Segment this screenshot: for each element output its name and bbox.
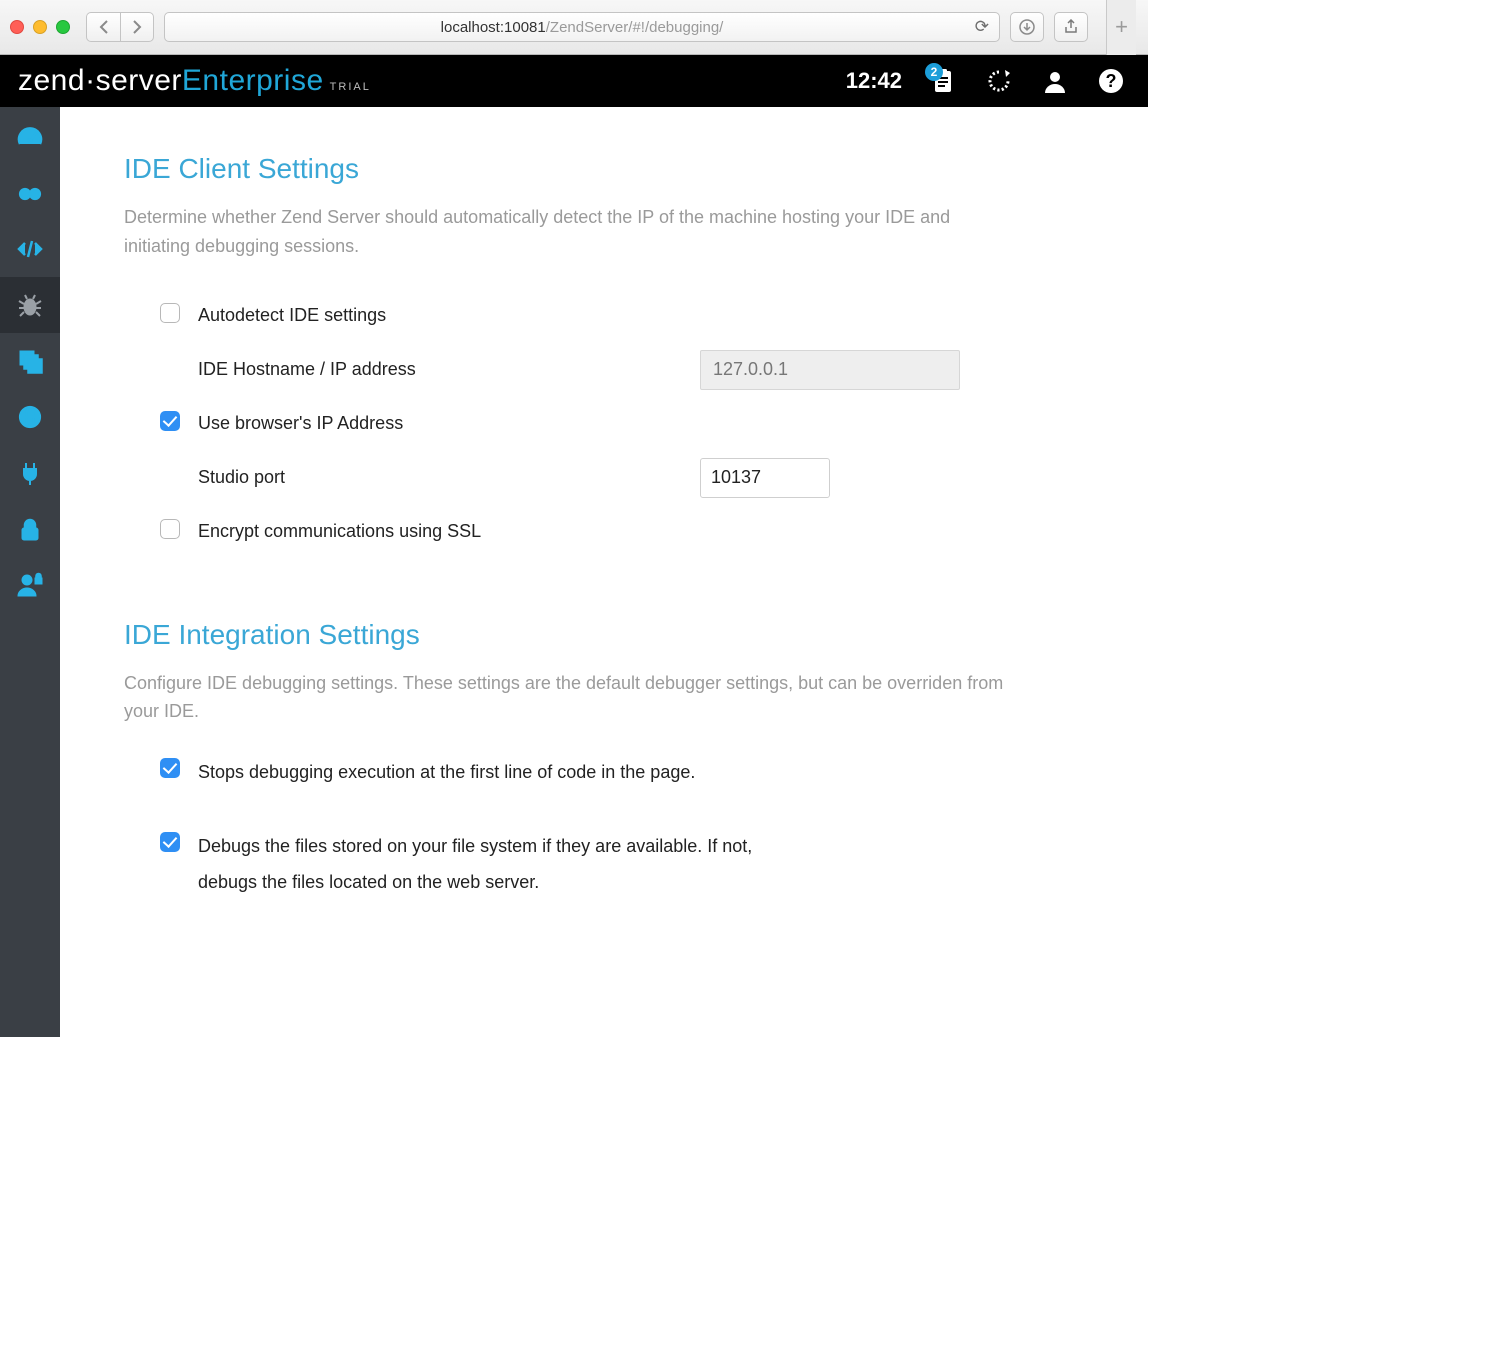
use-browser-ip-label: Use browser's IP Address [198, 407, 403, 440]
sidebar-item-cache[interactable] [0, 333, 60, 389]
sidebar-item-monitor[interactable] [0, 165, 60, 221]
ssl-label: Encrypt communications using SSL [198, 515, 481, 548]
user-lock-icon [17, 572, 43, 598]
window-close-button[interactable] [10, 20, 24, 34]
section-desc-integration: Configure IDE debugging settings. These … [124, 669, 1004, 727]
address-bar[interactable]: localhost:10081/ZendServer/#!/debugging/… [164, 12, 1000, 42]
notifications-badge: 2 [925, 63, 943, 81]
autodetect-label: Autodetect IDE settings [198, 299, 386, 332]
ssl-checkbox[interactable] [160, 519, 180, 539]
downloads-button[interactable] [1010, 12, 1044, 42]
back-button[interactable] [86, 12, 120, 42]
forward-button[interactable] [120, 12, 154, 42]
svg-text:?: ? [1106, 71, 1117, 91]
download-icon [1019, 19, 1035, 35]
main-content: IDE Client Settings Determine whether Ze… [60, 107, 1148, 1037]
hostname-label: IDE Hostname / IP address [198, 353, 416, 386]
use-browser-ip-checkbox[interactable] [160, 411, 180, 431]
studio-port-input[interactable] [700, 458, 830, 498]
logo-zend: zend [18, 64, 85, 98]
glasses-icon [17, 180, 43, 206]
stop-first-line-label: Stops debugging execution at the first l… [198, 754, 695, 790]
sidebar-item-code[interactable] [0, 221, 60, 277]
logo-enterprise: Enterprise [182, 64, 324, 98]
app-logo: zend · server Enterprise TRIAL [18, 64, 371, 98]
code-icon [17, 236, 43, 262]
app-header: zend · server Enterprise TRIAL 12:42 2 ? [0, 55, 1148, 107]
section-title-integration: IDE Integration Settings [124, 619, 1084, 651]
sidebar-item-dashboard[interactable] [0, 109, 60, 165]
header-time: 12:42 [846, 68, 902, 94]
bug-icon [17, 292, 43, 318]
studio-port-label: Studio port [198, 461, 285, 494]
url-path: /ZendServer/#!/debugging/ [546, 19, 724, 36]
sidebar-item-users[interactable] [0, 557, 60, 613]
sidebar [0, 107, 60, 1037]
globe-icon [17, 404, 43, 430]
sidebar-item-security[interactable] [0, 501, 60, 557]
chevron-left-icon [99, 20, 109, 34]
url-host: localhost:10081 [441, 19, 546, 36]
help-button[interactable]: ? [1096, 66, 1126, 96]
notifications-button[interactable]: 2 [928, 66, 958, 96]
sidebar-item-plugin[interactable] [0, 445, 60, 501]
local-copy-checkbox[interactable] [160, 832, 180, 852]
logo-trial: TRIAL [324, 81, 371, 93]
local-copy-label: Debugs the files stored on your file sys… [198, 828, 780, 900]
autodetect-checkbox[interactable] [160, 303, 180, 323]
window-minimize-button[interactable] [33, 20, 47, 34]
section-title-client: IDE Client Settings [124, 153, 1084, 185]
browser-chrome: localhost:10081/ZendServer/#!/debugging/… [0, 0, 1148, 55]
window-controls [10, 20, 76, 34]
stop-first-line-checkbox[interactable] [160, 758, 180, 778]
plug-icon [17, 460, 43, 486]
section-desc-client: Determine whether Zend Server should aut… [124, 203, 1004, 261]
share-icon [1063, 19, 1079, 35]
reload-button[interactable]: ⟳ [975, 17, 989, 37]
share-button[interactable] [1054, 12, 1088, 42]
logo-server: server [96, 64, 182, 98]
chevron-right-icon [132, 20, 142, 34]
hostname-input[interactable] [700, 350, 960, 390]
user-menu-button[interactable] [1040, 66, 1070, 96]
user-icon [1043, 69, 1067, 93]
restart-button[interactable] [984, 66, 1014, 96]
new-tab-button[interactable]: + [1106, 0, 1136, 55]
sidebar-item-globe[interactable] [0, 389, 60, 445]
window-zoom-button[interactable] [56, 20, 70, 34]
lock-icon [17, 516, 43, 542]
restart-icon [985, 67, 1013, 95]
sidebar-item-debug[interactable] [0, 277, 60, 333]
help-icon: ? [1098, 68, 1124, 94]
layers-icon [17, 348, 43, 374]
gauge-icon [17, 124, 43, 150]
